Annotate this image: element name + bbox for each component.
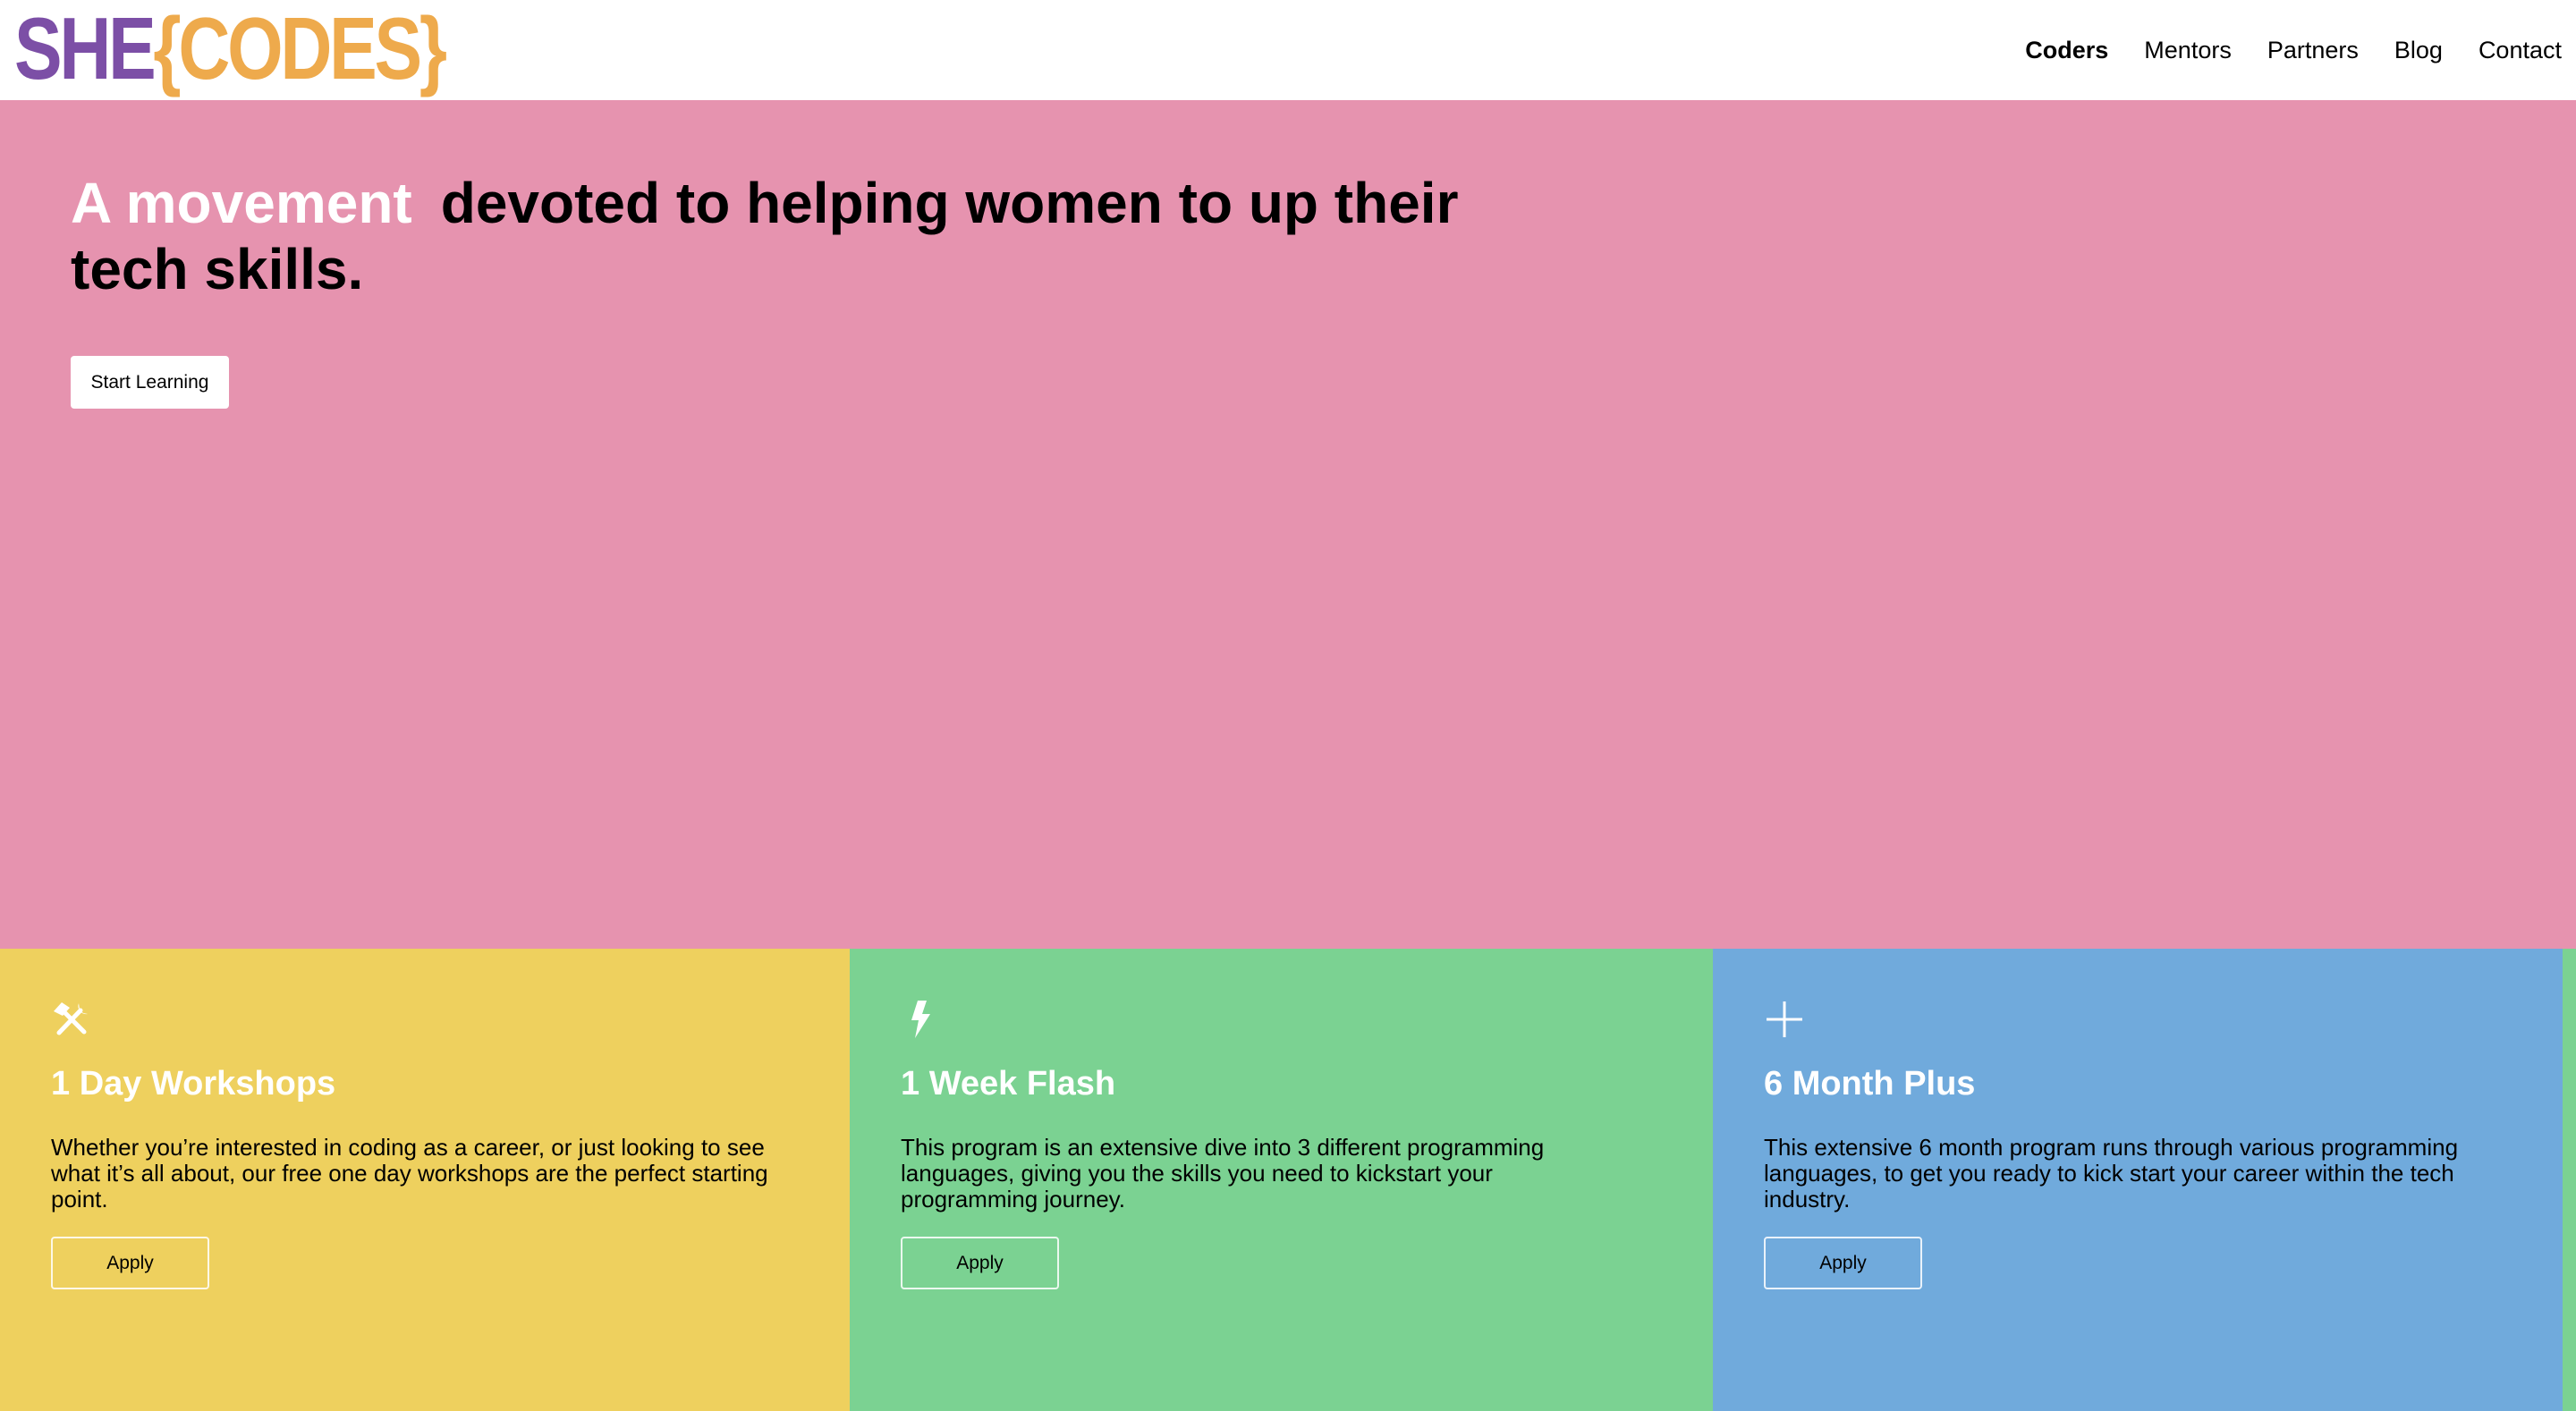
program-title: 1 Day Workshops	[51, 1065, 336, 1103]
hero-heading: A movement devoted to helping women to up…	[71, 170, 1546, 302]
program-card-partial-edge	[2563, 949, 2576, 1411]
program-description: This extensive 6 month program runs thro…	[1764, 1134, 2459, 1212]
hero-heading-accent: A movement	[71, 171, 412, 235]
program-card-flash: 1 Week Flash This program is an extensiv…	[850, 949, 1713, 1411]
nav-link-coders[interactable]: Coders	[2025, 37, 2108, 64]
apply-button-flash[interactable]: Apply	[901, 1237, 1059, 1289]
apply-button-workshops[interactable]: Apply	[51, 1237, 209, 1289]
apply-button-six-month[interactable]: Apply	[1764, 1237, 1922, 1289]
program-card-six-month: 6 Month Plus This extensive 6 month prog…	[1713, 949, 2563, 1411]
nav-link-partners[interactable]: Partners	[2267, 37, 2359, 64]
nav-link-mentors[interactable]: Mentors	[2144, 37, 2232, 64]
programs-section: 1 Day Workshops Whether you’re intereste…	[0, 949, 2576, 1411]
program-card-workshops: 1 Day Workshops Whether you’re intereste…	[0, 949, 850, 1411]
program-title: 1 Week Flash	[901, 1065, 1116, 1103]
start-learning-button[interactable]: Start Learning	[71, 356, 229, 409]
logo-she-text: SHE	[14, 0, 157, 97]
logo-codes-text: {CODES}	[153, 0, 447, 97]
lightning-icon	[911, 1001, 930, 1038]
tools-icon	[54, 1002, 88, 1035]
nav-link-blog[interactable]: Blog	[2394, 37, 2443, 64]
program-description: Whether you’re interested in coding as a…	[51, 1134, 768, 1212]
plus-icon	[1767, 1001, 1802, 1037]
nav-link-contact[interactable]: Contact	[2479, 37, 2562, 64]
navbar: SHE {CODES} Coders Mentors Partners Blog …	[0, 0, 2576, 100]
shecodes-logo[interactable]: SHE {CODES}	[14, 0, 447, 97]
hero-section: A movement devoted to helping women to up…	[0, 100, 2576, 949]
main-nav: Coders Mentors Partners Blog Contact	[2025, 0, 2562, 100]
program-description: This program is an extensive dive into 3…	[901, 1134, 1545, 1212]
program-title: 6 Month Plus	[1764, 1065, 1976, 1103]
